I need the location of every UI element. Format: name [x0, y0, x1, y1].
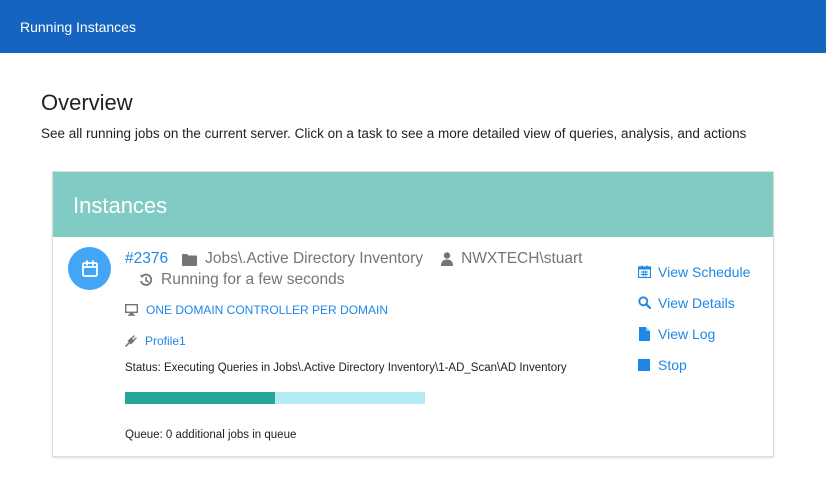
monitor-icon — [125, 304, 138, 316]
view-log-label: View Log — [658, 325, 716, 342]
view-schedule-label: View Schedule — [658, 263, 751, 280]
queue-text: Queue: 0 additional jobs in queue — [125, 429, 297, 441]
user-icon — [441, 252, 454, 266]
run-user: NWXTECH\stuart — [461, 250, 583, 267]
view-details-label: View Details — [658, 294, 735, 311]
top-app-bar: Running Instances — [0, 0, 826, 53]
plug-icon — [125, 335, 137, 347]
progress-bar-fill — [125, 392, 275, 404]
profile-link[interactable]: Profile1 — [145, 334, 186, 348]
stop-button[interactable]: Stop — [637, 349, 750, 380]
page-title: Overview — [41, 90, 133, 115]
status-text: Status: Executing Queries in Jobs\.Activ… — [125, 362, 567, 374]
scope-link[interactable]: ONE DOMAIN CONTROLLER PER DOMAIN — [146, 303, 388, 317]
calendar-icon — [68, 247, 111, 290]
profile-row: Profile1 — [125, 334, 186, 348]
instance-actions: View Schedule View Details View Log Stop — [637, 256, 750, 380]
scope-row: ONE DOMAIN CONTROLLER PER DOMAIN — [125, 303, 388, 317]
stop-icon — [637, 358, 651, 371]
app-bar-title: Running Instances — [20, 19, 136, 35]
search-icon — [637, 296, 651, 309]
stop-label: Stop — [658, 356, 687, 373]
history-icon — [139, 273, 153, 287]
instances-title: Instances — [73, 193, 168, 218]
running-duration: Running for a few seconds — [161, 271, 345, 288]
view-log-button[interactable]: View Log — [637, 318, 750, 349]
instances-card: Instances #2376 Jobs\.Active Directory I… — [52, 171, 774, 457]
calendar-icon — [637, 265, 651, 278]
page-description: See all running jobs on the current serv… — [41, 126, 747, 141]
running-time-row: Running for a few seconds — [139, 271, 345, 289]
view-schedule-button[interactable]: View Schedule — [637, 256, 750, 287]
folder-icon — [182, 253, 198, 266]
progress-bar — [125, 392, 425, 404]
file-icon — [637, 326, 651, 341]
instances-card-header: Instances — [53, 172, 773, 237]
job-path: Jobs\.Active Directory Inventory — [205, 250, 424, 267]
job-id-link[interactable]: #2376 — [125, 250, 168, 268]
instance-summary: #2376 Jobs\.Active Directory Inventory N… — [125, 250, 583, 268]
view-details-button[interactable]: View Details — [637, 287, 750, 318]
